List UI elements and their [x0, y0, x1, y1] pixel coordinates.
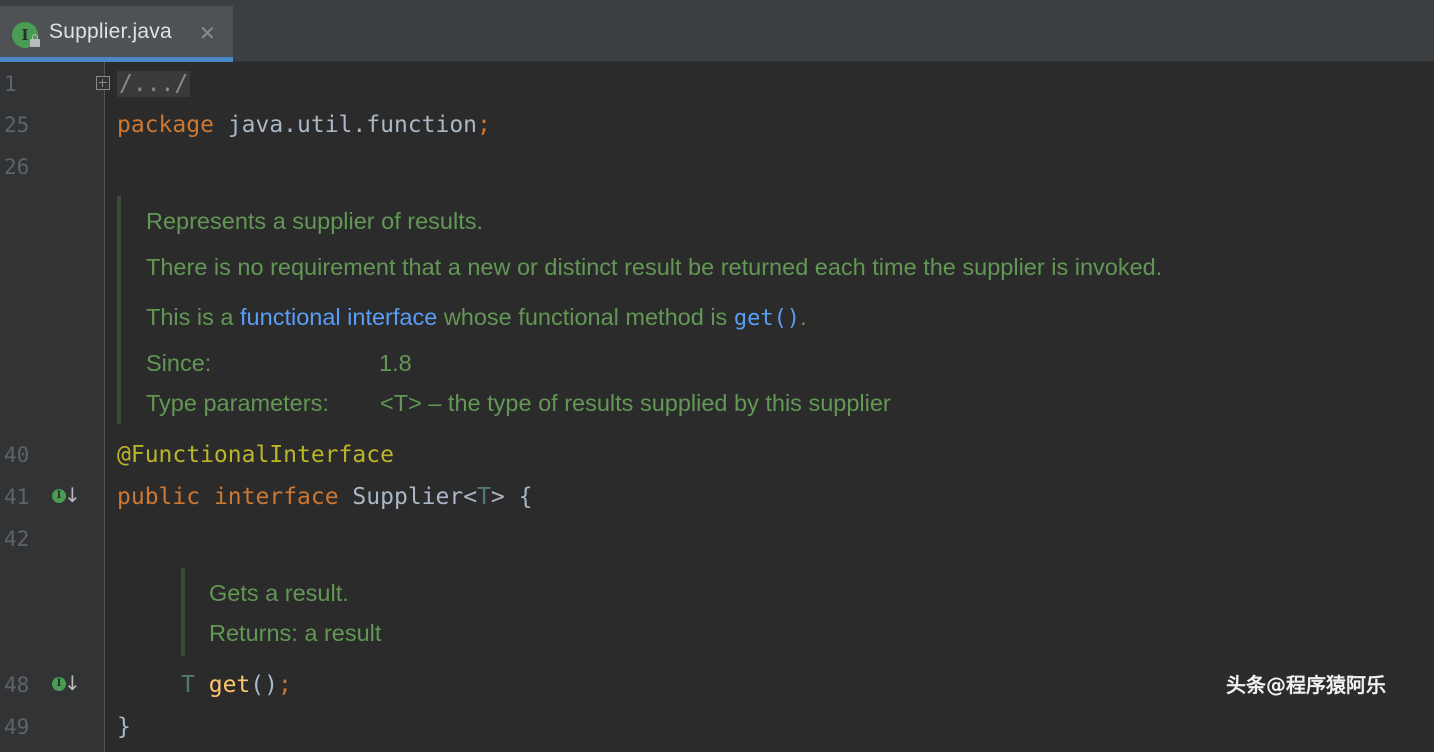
get-method-link[interactable]: get() — [734, 306, 800, 331]
code-line-1[interactable]: /.../ — [117, 69, 191, 99]
line-number: 25 — [4, 113, 30, 137]
functional-interface-link[interactable]: functional interface — [240, 304, 437, 330]
lock-icon — [30, 34, 40, 47]
code-line-40[interactable]: @FunctionalInterface — [117, 440, 394, 470]
line-number: 48 — [4, 673, 30, 697]
line-number: 1 — [4, 72, 17, 96]
keyword: interface — [213, 484, 339, 510]
interface-name: Supplier< — [338, 484, 478, 510]
line-number: 26 — [4, 155, 30, 179]
doc-line: Returns: a result — [209, 620, 382, 646]
doc-line: This is a functional interface whose fun… — [146, 302, 807, 334]
code-line-41[interactable]: public interface Supplier<T> { — [117, 482, 532, 512]
code-line-49[interactable]: } — [117, 712, 131, 742]
editor-tab-bar: I Supplier.java ✕ — [0, 6, 1434, 62]
doc-tparams-value: <T> – the type of results supplied by th… — [380, 390, 891, 416]
code-line-48[interactable]: T get(); — [181, 670, 292, 700]
doc-comment-bar — [117, 196, 121, 424]
implemented-icon[interactable]: I ↓ — [52, 671, 81, 695]
brace: > { — [490, 484, 533, 510]
close-icon[interactable]: ✕ — [199, 21, 216, 46]
watermark: 头条@程序猿阿乐 — [1226, 673, 1386, 697]
keyword: package — [117, 112, 214, 138]
line-number: 42 — [4, 527, 30, 551]
doc-line: Represents a supplier of results. — [146, 208, 483, 234]
line-number: 49 — [4, 715, 30, 739]
parentheses: () — [250, 672, 278, 698]
line-number: 40 — [4, 443, 30, 467]
semicolon: ; — [477, 112, 491, 138]
doc-text: This is a — [146, 304, 241, 330]
arrow-down-icon: ↓ — [64, 483, 81, 507]
arrow-down-icon: ↓ — [64, 671, 81, 695]
doc-text: whose functional method is — [437, 304, 734, 330]
doc-line: Gets a result. — [209, 580, 349, 606]
doc-comment-bar — [181, 568, 185, 656]
folded-region[interactable]: /.../ — [117, 71, 191, 97]
annotation: @FunctionalInterface — [117, 442, 394, 468]
method-name: get — [208, 672, 251, 698]
line-number: 41 — [4, 485, 30, 509]
type-parameter: T — [477, 484, 491, 510]
semicolon: ; — [277, 672, 292, 698]
keyword: public — [117, 484, 201, 510]
doc-since-label: Since: — [146, 350, 212, 376]
doc-tparams-label: Type parameters: — [146, 390, 329, 416]
package-name: java.util.function — [213, 112, 478, 138]
fold-toggle-icon[interactable] — [96, 76, 110, 90]
code-line-25[interactable]: package java.util.function; — [117, 110, 491, 140]
tab-label: Supplier.java — [49, 20, 172, 43]
closing-brace: } — [117, 714, 131, 740]
implemented-icon[interactable]: I ↓ — [52, 483, 81, 507]
doc-line: There is no requirement that a new or di… — [146, 254, 1163, 280]
tab-supplier-java[interactable]: I Supplier.java ✕ — [0, 6, 233, 62]
doc-since-value: 1.8 — [379, 350, 412, 376]
doc-text: . — [800, 304, 807, 330]
return-type: T — [181, 672, 195, 698]
